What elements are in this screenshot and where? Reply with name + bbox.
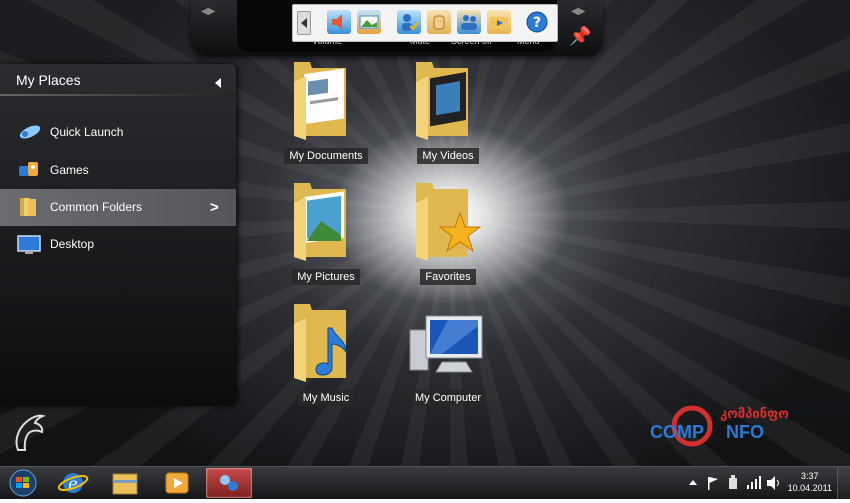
media-player-icon — [165, 472, 189, 494]
desktop-icon-favorites[interactable]: Favorites — [398, 183, 498, 293]
icon-label: My Documents — [284, 148, 368, 164]
app-icon — [220, 475, 238, 491]
taskbar-active-app[interactable] — [206, 468, 252, 498]
icon-label: My Music — [297, 390, 355, 406]
desktop-icon-my-pictures[interactable]: My Pictures — [276, 183, 376, 293]
hand-icon — [433, 15, 445, 30]
user-check-icon — [402, 14, 419, 31]
chevron-left-icon — [301, 18, 307, 28]
help-tool-button[interactable]: ? — [525, 10, 549, 34]
wallpaper-tool-button[interactable] — [357, 10, 381, 34]
network-icon[interactable] — [746, 475, 762, 491]
taskbar-explorer[interactable] — [102, 468, 148, 498]
logo-georgian-text: კომპინფო — [720, 406, 789, 421]
forward-tool-button[interactable] — [487, 10, 511, 34]
start-button[interactable] — [2, 468, 44, 498]
internet-explorer-icon: e — [57, 473, 89, 493]
icon-label: My Computer — [409, 390, 487, 406]
toolbar-right-arrows-icon[interactable]: ◀▶ — [571, 6, 585, 17]
sidebar-item-quick-launch[interactable]: Quick Launch — [0, 114, 236, 151]
dolphin-logo-icon[interactable] — [10, 410, 48, 456]
documents-folder-icon — [294, 62, 346, 140]
help-icon: ? — [526, 11, 548, 33]
desktop-icon-my-videos[interactable]: My Videos — [398, 62, 498, 172]
games-icon — [19, 162, 38, 176]
favorites-folder-icon — [416, 183, 482, 261]
icon-label: Favorites — [420, 269, 476, 285]
screen-off-tool-button[interactable] — [457, 10, 481, 34]
clock-time: 3:37 — [801, 471, 819, 481]
sidebar-item-label: Desktop — [50, 237, 95, 251]
toolbar-left-arrows-icon[interactable]: ◀▶ — [201, 6, 215, 17]
videos-folder-icon — [416, 62, 468, 140]
svg-text:?: ? — [533, 15, 541, 31]
show-hidden-icons-icon[interactable] — [688, 478, 698, 488]
music-folder-icon — [294, 304, 347, 382]
computer-icon — [409, 315, 483, 373]
desktop-icon-my-music[interactable]: My Music — [276, 304, 376, 414]
taskbar: e 3:37 10.04.2011 — [0, 466, 850, 499]
clock-date: 10.04.2011 — [787, 483, 832, 493]
chevron-right-icon[interactable]: > — [210, 199, 219, 216]
sidebar-item-games[interactable]: Games — [0, 152, 236, 189]
sidebar-item-label: Games — [50, 163, 89, 177]
pin-icon[interactable]: 📌 — [569, 26, 591, 47]
monitor-icon — [17, 235, 41, 254]
users-icon — [461, 15, 477, 30]
sidebar-item-common-folders[interactable]: Common Folders > — [0, 189, 236, 226]
explorer-folder-icon — [112, 473, 138, 495]
pictures-folder-icon — [294, 183, 346, 261]
volume-icon[interactable] — [766, 475, 782, 491]
mute-tool-button[interactable] — [397, 10, 421, 34]
hand-tool-button[interactable] — [427, 10, 451, 34]
panel-title: My Places — [16, 72, 81, 88]
logo-nfo-text: NFO — [726, 422, 764, 442]
panel-divider — [0, 94, 236, 96]
speaker-icon — [332, 14, 342, 30]
sidebar-item-label: Common Folders — [50, 200, 143, 214]
desktop-icon-my-computer[interactable]: My Computer — [398, 304, 498, 414]
icon-label: My Videos — [417, 148, 479, 164]
sidebar-item-label: Quick Launch — [50, 125, 124, 139]
my-places-panel: My Places Quick Launch Games Common Fold… — [0, 64, 236, 406]
folder-icon — [20, 198, 36, 216]
collapse-arrow-icon[interactable] — [215, 78, 221, 88]
image-icon — [359, 15, 379, 29]
icon-label: My Pictures — [292, 269, 360, 285]
taskbar-media-player[interactable] — [154, 468, 200, 498]
power-icon[interactable] — [726, 475, 740, 491]
sidebar-item-desktop[interactable]: Desktop — [0, 226, 236, 263]
windows-start-icon — [9, 469, 37, 497]
rocket-icon — [19, 125, 41, 139]
action-center-flag-icon[interactable] — [706, 475, 720, 491]
clock[interactable]: 3:37 10.04.2011 — [788, 470, 832, 494]
taskbar-internet-explorer[interactable]: e — [50, 468, 96, 498]
system-tray: 3:37 10.04.2011 — [680, 467, 850, 499]
toolbar-popup: ? — [292, 4, 558, 42]
desktop-icon-my-documents[interactable]: My Documents — [276, 62, 376, 172]
compinfo-logo: კომპინფო COMP NFO — [650, 404, 850, 448]
logo-comp-text: COMP — [650, 422, 704, 442]
popup-back-button[interactable] — [297, 11, 311, 35]
volume-tool-button[interactable] — [327, 10, 351, 34]
show-desktop-button[interactable] — [837, 467, 850, 499]
folder-arrow-icon — [490, 17, 508, 29]
